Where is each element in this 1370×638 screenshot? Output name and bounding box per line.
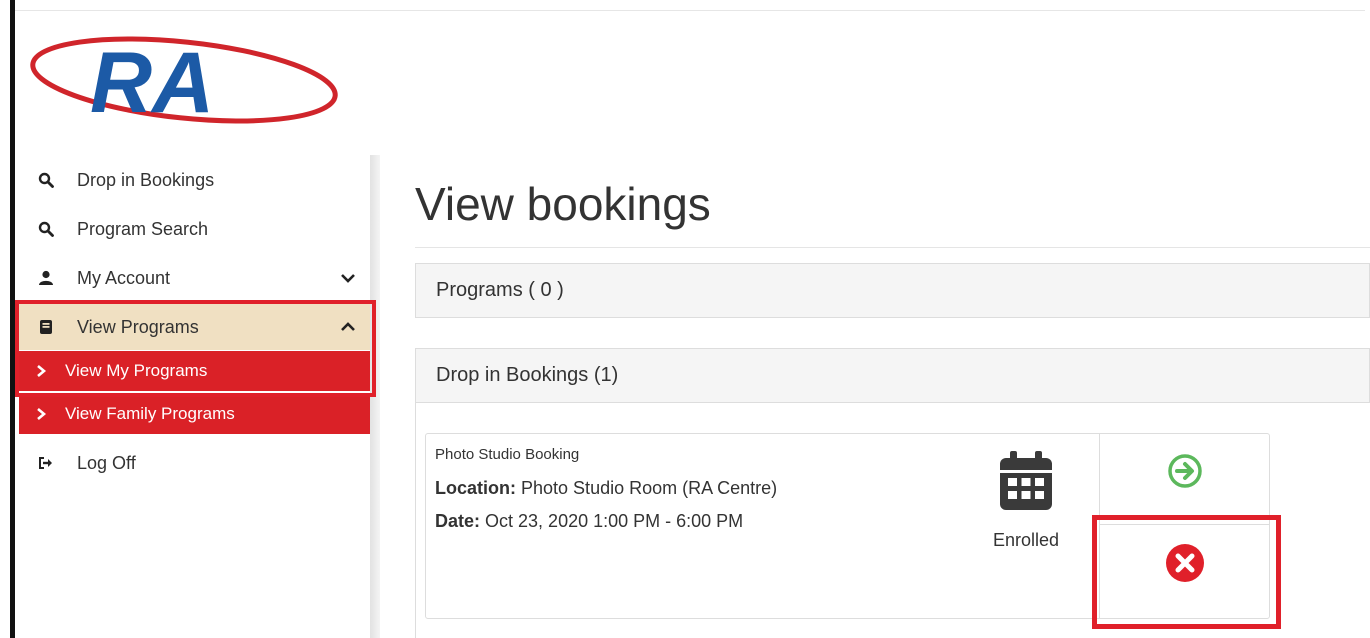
booking-actions xyxy=(1099,434,1270,618)
chevron-right-icon xyxy=(35,351,47,391)
page-title: View bookings xyxy=(415,178,711,230)
calendar-icon xyxy=(1000,451,1052,510)
user-icon xyxy=(37,255,55,301)
top-divider xyxy=(15,10,1365,11)
search-icon xyxy=(37,157,55,203)
sidebar-subitem-view-my-programs[interactable]: View My Programs xyxy=(19,351,370,391)
date-value: Oct 23, 2020 1:00 PM - 6:00 PM xyxy=(485,511,744,531)
sign-out-icon xyxy=(37,440,55,486)
booking-title: Photo Studio Booking xyxy=(435,446,580,463)
sidebar-shadow xyxy=(370,155,380,638)
book-icon xyxy=(37,304,55,350)
panel-title: Drop in Bookings (1) xyxy=(436,364,619,386)
sidebar-item-my-account[interactable]: My Account xyxy=(15,255,370,301)
sidebar-item-program-search[interactable]: Program Search xyxy=(15,206,370,252)
booking-status: Enrolled xyxy=(986,450,1066,550)
booking-location-row: Location: Photo Studio Room (RA Centre) xyxy=(435,478,777,499)
location-value: Photo Studio Room (RA Centre) xyxy=(521,478,778,498)
main-content: View bookings Programs ( 0 ) Drop in Boo… xyxy=(380,155,1370,638)
times-circle-icon[interactable] xyxy=(1165,543,1205,583)
sidebar-item-label: My Account xyxy=(77,267,171,288)
sidebar-subitem-label: View Family Programs xyxy=(65,404,235,423)
action-divider xyxy=(1100,524,1270,525)
sidebar: Drop in Bookings Program Search My Accou… xyxy=(15,155,370,638)
sidebar-item-log-off[interactable]: Log Off xyxy=(15,440,370,486)
chevron-right-icon xyxy=(35,394,47,434)
sidebar-subitem-label: View My Programs xyxy=(65,361,208,380)
sidebar-item-drop-in-bookings[interactable]: Drop in Bookings xyxy=(15,157,370,203)
date-label: Date: xyxy=(435,511,481,531)
sidebar-item-label: Program Search xyxy=(77,218,209,239)
arrow-circle-right-icon[interactable] xyxy=(1167,453,1203,489)
booking-date-row: Date: Oct 23, 2020 1:00 PM - 6:00 PM xyxy=(435,511,743,532)
ra-logo[interactable]: RA xyxy=(28,30,340,130)
sidebar-item-view-programs[interactable]: View Programs xyxy=(15,304,370,350)
search-icon xyxy=(37,206,55,252)
status-label: Enrolled xyxy=(992,530,1060,550)
panel-title: Programs ( 0 ) xyxy=(436,279,564,301)
booking-card: Photo Studio Booking Location: Photo Stu… xyxy=(425,433,1270,619)
sidebar-subitem-view-family-programs[interactable]: View Family Programs xyxy=(19,394,370,434)
location-label: Location: xyxy=(435,478,516,498)
chevron-up-icon[interactable] xyxy=(340,304,356,350)
drop-in-bookings-panel-header[interactable]: Drop in Bookings (1) xyxy=(415,348,1370,403)
chevron-down-icon[interactable] xyxy=(340,255,356,301)
svg-text:RA: RA xyxy=(90,35,214,130)
programs-panel-header[interactable]: Programs ( 0 ) xyxy=(415,263,1370,318)
sidebar-item-label: Drop in Bookings xyxy=(77,169,215,190)
title-divider xyxy=(415,247,1370,248)
sidebar-item-label: View Programs xyxy=(77,316,199,337)
app-frame: RA Drop in Bookings Program Search My Ac… xyxy=(0,0,1370,638)
sidebar-item-label: Log Off xyxy=(77,452,136,473)
